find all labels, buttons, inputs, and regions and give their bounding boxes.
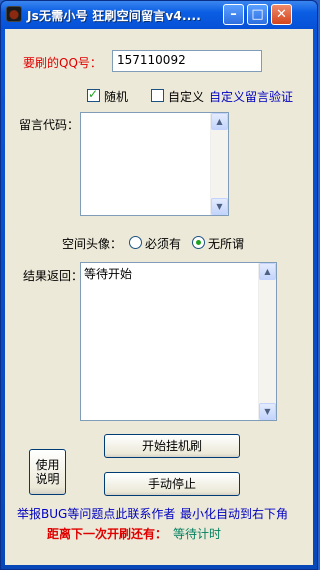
result-textarea[interactable]: 等待开始 ▲ ▼: [80, 262, 277, 421]
next-run-label: 距离下一次开刷还有：: [47, 527, 168, 541]
report-bug-link[interactable]: 举报BUG等问题点此联系作者: [17, 505, 175, 522]
help-button-line1: 使用: [35, 458, 60, 472]
qq-label: 要刷的QQ号：: [23, 56, 102, 70]
scroll-up-icon[interactable]: ▲: [211, 113, 228, 130]
result-scrollbar[interactable]: ▲ ▼: [258, 263, 276, 420]
custom-checkbox[interactable]: [151, 89, 164, 102]
scroll-up-icon[interactable]: ▲: [259, 263, 276, 280]
random-checkbox[interactable]: [87, 87, 100, 102]
minimize-button[interactable]: –: [223, 4, 244, 25]
result-text: 等待开始: [84, 267, 133, 281]
stop-button-label: 手动停止: [147, 477, 196, 491]
random-label: 随机: [104, 90, 129, 104]
help-button-line2: 说明: [35, 472, 60, 486]
minimize-tip: 最小化自动到右下角: [180, 507, 289, 521]
close-button[interactable]: ✕: [271, 4, 292, 25]
code-scrollbar[interactable]: ▲ ▼: [210, 113, 228, 215]
avatar-label: 空间头像：: [62, 237, 123, 251]
window-title: Js无需小号 狂刷空间留言v4....: [27, 9, 201, 23]
help-button[interactable]: 使用 说明: [29, 449, 66, 495]
scroll-down-icon[interactable]: ▼: [211, 198, 228, 215]
custom-label: 自定义: [168, 90, 205, 104]
main-window: Js无需小号 狂刷空间留言v4.... – □ ✕ 要刷的QQ号： 157110…: [0, 0, 318, 570]
title-bar[interactable]: Js无需小号 狂刷空间留言v4.... – □ ✕: [1, 1, 317, 29]
avatar-any-radio[interactable]: [192, 236, 205, 249]
client-area: 要刷的QQ号： 157110092 随机 自定义 自定义留言验证 留言代码： ▲…: [5, 29, 313, 565]
code-label: 留言代码：: [19, 118, 80, 132]
stop-button[interactable]: 手动停止: [104, 472, 240, 496]
result-label: 结果返回：: [23, 269, 84, 283]
start-button[interactable]: 开始挂机刷: [104, 434, 240, 458]
avatar-required-label: 必须有: [145, 237, 182, 251]
avatar-any-label: 无所谓: [208, 237, 245, 251]
custom-verify-link[interactable]: 自定义留言验证: [209, 88, 293, 105]
maximize-button[interactable]: □: [247, 4, 268, 25]
qq-input[interactable]: 157110092: [112, 50, 262, 72]
next-run-value: 等待计时: [173, 527, 222, 541]
code-textarea[interactable]: ▲ ▼: [80, 112, 229, 216]
scroll-down-icon[interactable]: ▼: [259, 403, 276, 420]
avatar-required-radio[interactable]: [129, 236, 142, 249]
start-button-label: 开始挂机刷: [141, 439, 202, 453]
app-icon: [6, 6, 22, 22]
